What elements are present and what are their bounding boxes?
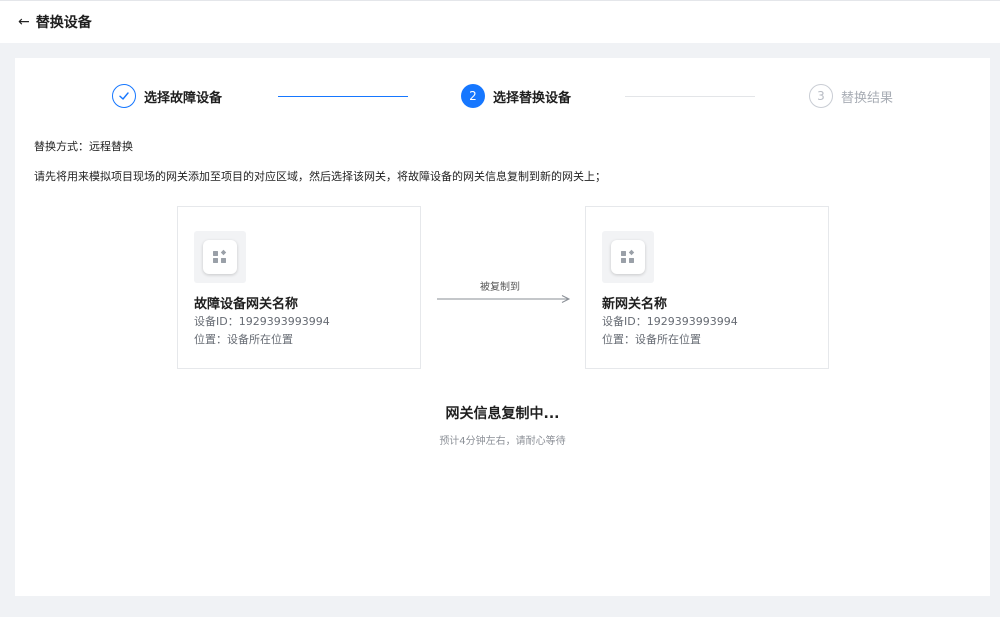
step-label: 选择故障设备 — [144, 90, 223, 106]
device-name: 故障设备网关名称 — [194, 297, 299, 312]
device-id-row: 设备ID：1929393993994 — [602, 313, 738, 329]
device-location-row: 位置：设备所在位置 — [602, 331, 701, 347]
step-connector-done — [278, 96, 408, 97]
copy-status-title: 网关信息复制中... — [445, 406, 560, 422]
step-replace-result: 3 替换结果 — [809, 83, 893, 109]
step-connector-pending — [625, 96, 755, 97]
arrow-left-icon[interactable]: ← — [18, 15, 30, 29]
page-title: 替换设备 — [35, 15, 92, 31]
step-number-badge: 2 — [461, 84, 485, 108]
copy-status-subtitle: 预计4分钟左右，请耐心等待 — [439, 436, 566, 447]
main-card: 选择故障设备 2 选择替换设备 3 替换结果 替换方式：远程替换 请先将用来模拟… — [15, 58, 990, 596]
device-location-row: 位置：设备所在位置 — [194, 331, 293, 347]
device-name: 新网关名称 — [602, 297, 668, 312]
top-bar: ← 替换设备 — [0, 0, 1000, 43]
device-id-label: 设备ID： — [602, 315, 647, 328]
device-id-row: 设备ID：1929393993994 — [194, 313, 330, 329]
gateway-icon — [194, 231, 246, 283]
step-label: 选择替换设备 — [493, 90, 572, 106]
device-location: 设备所在位置 — [227, 333, 293, 346]
arrow-right-icon — [437, 295, 571, 303]
device-location: 设备所在位置 — [635, 333, 701, 346]
target-device-card: 新网关名称 设备ID：1929393993994 位置：设备所在位置 — [585, 206, 829, 369]
step-select-faulty-device: 选择故障设备 — [112, 83, 222, 109]
copy-to-label: 被复制到 — [480, 282, 520, 293]
device-id-label: 设备ID： — [194, 315, 239, 328]
back-button[interactable]: ← 替换设备 — [18, 12, 92, 32]
replace-method: 替换方式：远程替换 — [34, 140, 133, 153]
device-id: 1929393993994 — [238, 315, 330, 328]
device-location-label: 位置： — [194, 333, 227, 346]
step-number-badge: 3 — [809, 84, 833, 108]
source-device-card: 故障设备网关名称 设备ID：1929393993994 位置：设备所在位置 — [177, 206, 421, 369]
device-location-label: 位置： — [602, 333, 635, 346]
check-icon — [112, 84, 136, 108]
gateway-icon — [602, 231, 654, 283]
step-select-replacement-device: 2 选择替换设备 — [461, 83, 571, 109]
instruction-text: 请先将用来模拟项目现场的网关添加至项目的对应区域，然后选择该网关，将故障设备的网… — [34, 170, 606, 183]
device-id: 1929393993994 — [646, 315, 738, 328]
step-label: 替换结果 — [841, 90, 894, 106]
